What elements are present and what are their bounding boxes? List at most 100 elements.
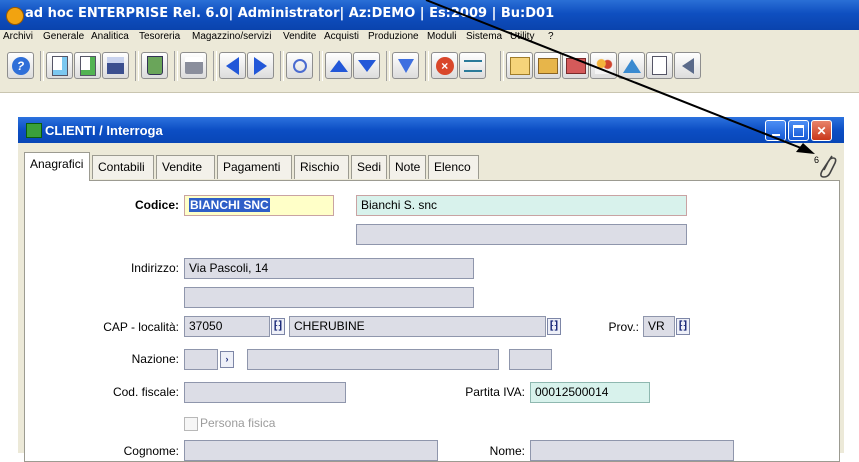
tab-elenco[interactable]: Elenco [428, 155, 479, 179]
menu-help[interactable]: ? [548, 31, 554, 42]
new-document-icon [79, 55, 96, 76]
back-button[interactable] [674, 52, 701, 79]
menu-sistema[interactable]: Sistema [466, 31, 502, 42]
house-icon [622, 58, 641, 73]
nazione-name-field[interactable] [247, 349, 499, 370]
minimize-button[interactable] [765, 120, 786, 141]
tab-note[interactable]: Note [389, 155, 426, 179]
indirizzo-field[interactable]: Via Pascoli, 14 [184, 258, 474, 279]
menu-archivi[interactable]: Archivi [3, 31, 33, 42]
tab-pagamenti[interactable]: Pagamenti [217, 155, 292, 179]
arrow-left-icon [226, 56, 239, 75]
notes-button[interactable] [506, 52, 533, 79]
maximize-button[interactable] [788, 120, 809, 141]
tab-rischio[interactable]: Rischio [294, 155, 349, 179]
trash-can-icon [146, 56, 163, 75]
ragione-sociale-field[interactable]: Bianchi S. snc [356, 195, 687, 216]
book-icon [565, 57, 586, 74]
nazione-label: Nazione: [131, 352, 179, 366]
indirizzo-label: Indirizzo: [130, 261, 179, 275]
archive-button[interactable] [534, 52, 561, 79]
window-title-bar: CLIENTI / Interroga ✕ [18, 117, 844, 143]
help-icon: ? [11, 56, 30, 75]
paperclip-icon [820, 155, 837, 178]
chevron-right-icon: › [225, 354, 229, 364]
menu-vendite[interactable]: Vendite [283, 31, 316, 42]
maximize-icon [793, 124, 804, 137]
toolbar-separator [425, 51, 429, 81]
double-up-arrow-icon [329, 59, 348, 72]
cancel-x-icon: × [435, 56, 454, 75]
cap-localita-label: CAP - località: [103, 320, 179, 334]
home-button[interactable] [618, 52, 645, 79]
codice-label: Codice: [134, 198, 179, 212]
prov-zoom-button[interactable]: ⁅⁆ [676, 318, 690, 335]
filter-button[interactable] [392, 52, 419, 79]
tab-sedi[interactable]: Sedi [351, 155, 387, 179]
arrow-right-icon [254, 56, 267, 75]
menu-generale[interactable]: Generale [43, 31, 84, 42]
new-button[interactable] [74, 52, 101, 79]
search-button[interactable] [286, 52, 313, 79]
zoom-icon: ⁅⁆ [273, 320, 283, 332]
tab-anagrafici[interactable]: Anagrafici [24, 152, 90, 181]
menu-tesoreria[interactable]: Tesoreria [139, 31, 180, 42]
partita-iva-field[interactable]: 00012500014 [530, 382, 650, 403]
field-arrows-icon [463, 59, 482, 72]
save-button[interactable] [102, 52, 129, 79]
first-record-button[interactable] [325, 52, 352, 79]
menu-utility[interactable]: Utility [510, 31, 534, 42]
delete-button[interactable] [141, 52, 168, 79]
last-record-button[interactable] [353, 52, 380, 79]
edit-document-icon [51, 55, 68, 76]
toolbar-separator [500, 51, 504, 81]
tab-contabili[interactable]: Contabili [92, 155, 154, 179]
funnel-icon [397, 58, 414, 73]
cognome-field[interactable] [184, 440, 438, 461]
tab-vendite[interactable]: Vendite [156, 155, 215, 179]
nazione-extra-field[interactable] [509, 349, 552, 370]
codice-field[interactable]: BIANCHI SNC [184, 195, 334, 216]
menu-analitica[interactable]: Analitica [91, 31, 129, 42]
print-button[interactable] [180, 52, 207, 79]
help-button[interactable]: ? [7, 52, 34, 79]
toolbar-separator [280, 51, 284, 81]
close-button[interactable]: ✕ [811, 120, 832, 141]
nazione-code-field[interactable] [184, 349, 218, 370]
persona-fisica-label: Persona fisica [200, 416, 276, 430]
menu-acquisti[interactable]: Acquisti [324, 31, 359, 42]
nazione-lookup-button[interactable]: › [220, 351, 234, 368]
menu-bar: Archivi Generale Analitica Tesoreria Mag… [0, 30, 859, 45]
printer-icon [184, 57, 203, 74]
cod-fiscale-field[interactable] [184, 382, 346, 403]
menu-moduli[interactable]: Moduli [427, 31, 456, 42]
codice-value: BIANCHI SNC [189, 198, 270, 212]
zoom-icon: ⁅⁆ [549, 320, 559, 332]
toolbar-separator [213, 51, 217, 81]
nome-field[interactable] [530, 440, 734, 461]
ragione-sociale-2-field[interactable] [356, 224, 687, 245]
menu-magazzino-servizi[interactable]: Magazzino/servizi [192, 31, 271, 42]
toolbar-separator [40, 51, 44, 81]
cap-field[interactable]: 37050 [184, 316, 270, 337]
double-down-arrow-icon [357, 59, 376, 72]
document-button[interactable] [646, 52, 673, 79]
cap-zoom-button[interactable]: ⁅⁆ [271, 318, 285, 335]
menu-produzione[interactable]: Produzione [368, 31, 419, 42]
localita-zoom-button[interactable]: ⁅⁆ [547, 318, 561, 335]
cognome-label: Cognome: [123, 444, 179, 458]
folder-icon [537, 57, 558, 74]
move-fields-button[interactable] [459, 52, 486, 79]
magnifier-icon [292, 58, 307, 73]
localita-field[interactable]: CHERUBINE [289, 316, 546, 337]
note-pencil-icon [509, 56, 530, 75]
cancel-button[interactable]: × [431, 52, 458, 79]
contacts-button[interactable] [590, 52, 617, 79]
persona-fisica-checkbox[interactable] [184, 417, 198, 431]
next-record-button[interactable] [247, 52, 274, 79]
edit-button[interactable] [46, 52, 73, 79]
prov-field[interactable]: VR [643, 316, 675, 337]
indirizzo-2-field[interactable] [184, 287, 474, 308]
previous-record-button[interactable] [219, 52, 246, 79]
catalog-button[interactable] [562, 52, 589, 79]
